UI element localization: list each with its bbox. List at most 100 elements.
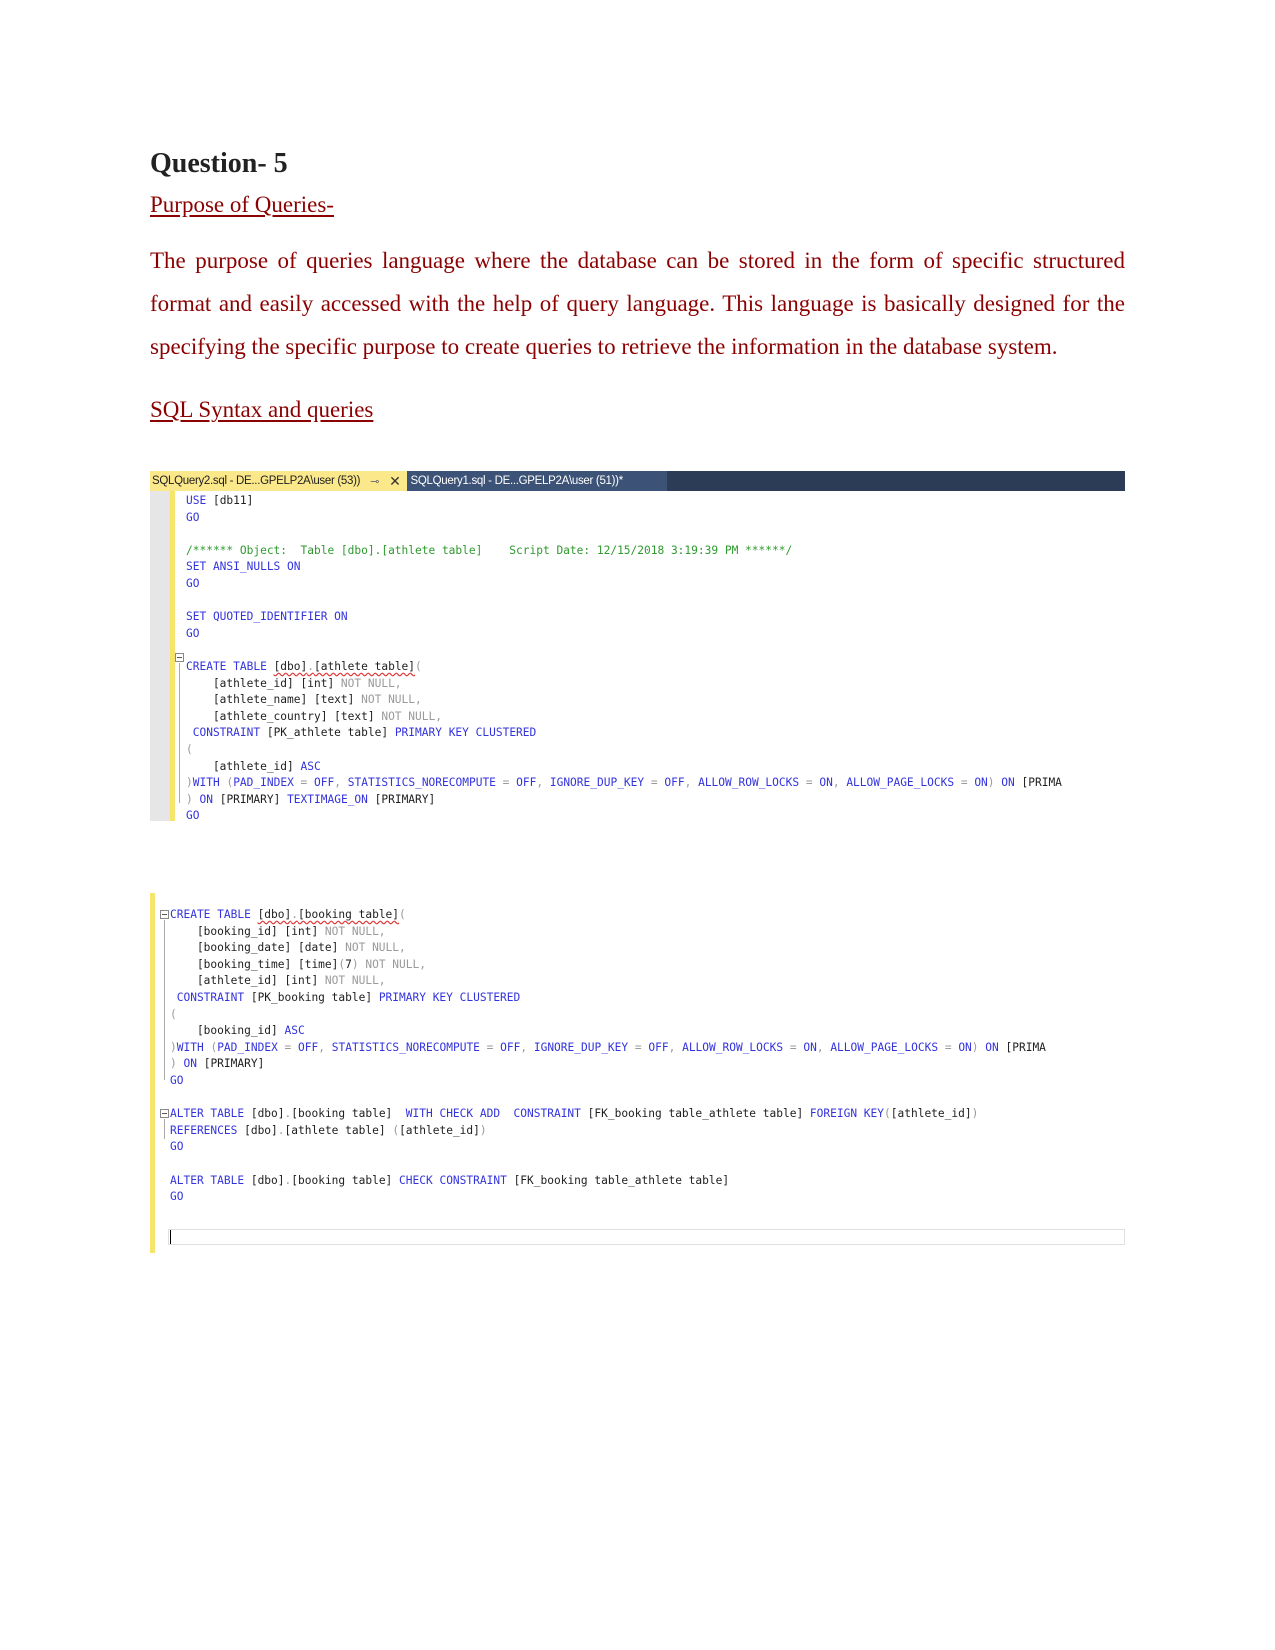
code-token: , xyxy=(668,1040,683,1054)
editor-margin xyxy=(150,491,170,821)
ssms-screenshot-1: SQLQuery2.sql - DE...GPELP2A\user (53)) … xyxy=(150,471,1125,821)
close-icon[interactable]: ✕ xyxy=(389,473,401,490)
code-token: IGNORE_DUP_KEY xyxy=(549,776,651,790)
code-token: ) NOT NULL, xyxy=(351,957,426,971)
code-token: ON xyxy=(974,776,988,790)
code-token: = xyxy=(805,776,820,790)
ssms-screenshot-2: CREATE TABLE [dbo]. [booking table] ( [boo… xyxy=(150,893,1125,1253)
code-editor-2[interactable]: CREATE TABLE [dbo]. [booking table] ( [boo… xyxy=(150,893,1125,1253)
code-line: [booking_id] [int] NOT NULL, xyxy=(170,924,1046,941)
collapse-icon[interactable] xyxy=(175,653,184,662)
code-token: WITH xyxy=(176,1040,211,1054)
code-token: ALLOW_ROW_LOCKS xyxy=(682,1040,790,1054)
tab-sqlquery1[interactable]: SQLQuery1.sql - DE...GPELP2A\user (51))* xyxy=(406,471,667,491)
code-token: 7 xyxy=(345,957,352,971)
code-token: , xyxy=(536,776,550,790)
code-token: GO xyxy=(170,1140,184,1154)
code-line: ) ON [PRIMARY] TEXTIMAGE_ON [PRIMARY] xyxy=(186,792,1062,809)
code-token: OFF xyxy=(500,1040,521,1054)
code-line: )WITH (PAD_INDEX = OFF, STATISTICS_NOREC… xyxy=(170,1040,1046,1057)
code-line: ALTER TABLE [dbo].[booking table] WITH C… xyxy=(170,1106,1046,1123)
code-token: [PK_athlete table] xyxy=(266,726,395,740)
code-token: [PRIMA xyxy=(1005,1040,1046,1054)
code-line: [athlete_id] ASC xyxy=(186,759,1062,776)
sql-section-title: SQL Syntax and queries xyxy=(150,397,374,422)
code-token: ( xyxy=(884,1107,891,1121)
code-token: CREATE TABLE xyxy=(170,908,258,921)
purpose-paragraph: The purpose of queries language where th… xyxy=(150,248,1125,359)
code-token: GO xyxy=(186,576,200,590)
code-token: ASC xyxy=(284,1024,305,1038)
code-token: NOT NULL, xyxy=(324,924,386,938)
code-line: [athlete_country] [text] NOT NULL, xyxy=(186,709,1062,726)
code-token: [athlete_id] xyxy=(186,759,301,773)
code-token: OFF xyxy=(314,776,335,790)
code-line: ( xyxy=(186,742,1062,759)
code-token: , xyxy=(334,776,348,790)
code-line: GO xyxy=(186,808,1062,821)
code-token: OFF xyxy=(516,776,537,790)
code-token: [booking_time] [time] xyxy=(170,957,339,971)
code-token: SET QUOTED_IDENTIFIER ON xyxy=(186,610,348,624)
code-token: , xyxy=(816,1040,831,1054)
collapse-icon[interactable] xyxy=(160,910,169,919)
code-token: ALLOW_PAGE_LOCKS xyxy=(830,1040,945,1054)
code-token: ON xyxy=(958,1040,972,1054)
code-token: . xyxy=(291,908,298,921)
code-token: NOT NULL, xyxy=(324,974,386,988)
code-token: [athlete_id] [int] xyxy=(186,676,341,690)
code-token: FOREIGN KEY xyxy=(809,1107,885,1121)
code-token: GO xyxy=(186,809,200,821)
code-token: STATISTICS_NORECOMPUTE xyxy=(347,776,503,790)
code-token: PRIMARY KEY CLUSTERED xyxy=(378,990,521,1004)
code-line: GO xyxy=(186,626,1062,643)
text-caret xyxy=(170,1230,171,1244)
code-token: ALTER TABLE xyxy=(170,1173,251,1187)
code-token: PAD_INDEX xyxy=(217,1040,285,1054)
code-token: [athlete_country] [text] xyxy=(186,709,382,723)
code-line: /****** Object: Table [dbo].[athlete tab… xyxy=(186,543,1062,560)
code-token: . xyxy=(277,1123,285,1137)
code-token: ) xyxy=(170,1057,184,1071)
tab-sqlquery2[interactable]: SQLQuery2.sql - DE...GPELP2A\user (53)) … xyxy=(150,471,407,491)
tab-label: SQLQuery2.sql - DE...GPELP2A\user (53)) xyxy=(152,475,361,487)
code-token: ) xyxy=(186,792,200,806)
code-token: [booking_id] [int] xyxy=(170,924,325,938)
code-token: CREATE TABLE xyxy=(186,659,274,673)
code-editor-1[interactable]: USE [db11] GO /****** Object: Table [dbo]… xyxy=(150,491,1125,821)
code-line: )WITH (PAD_INDEX = OFF, STATISTICS_NOREC… xyxy=(186,775,1062,792)
code-token: GO xyxy=(186,626,200,640)
pin-icon[interactable]: ⊸ xyxy=(370,475,379,488)
sql-code-block: USE [db11] GO /****** Object: Table [dbo]… xyxy=(186,493,1062,821)
code-line: GO xyxy=(170,1189,1046,1206)
code-token: CONSTRAINT xyxy=(170,990,251,1004)
question-heading: Question- 5 xyxy=(150,148,288,179)
code-line: CONSTRAINT [PK_booking table] PRIMARY KE… xyxy=(170,990,1046,1007)
code-token: ON xyxy=(183,1057,204,1071)
fold-guide xyxy=(179,663,180,803)
code-token: NOT NULL, xyxy=(361,693,422,707)
code-token: [booking table] xyxy=(291,1107,406,1121)
code-token: ) xyxy=(186,776,193,790)
code-line: [booking_time] [time](7) NOT NULL, xyxy=(170,957,1046,974)
code-token: ) xyxy=(987,776,1002,790)
code-token: STATISTICS_NORECOMPUTE xyxy=(331,1040,487,1054)
code-token: OFF xyxy=(298,1040,319,1054)
code-line: ) ON [PRIMARY] xyxy=(170,1056,1046,1073)
code-token: IGNORE_DUP_KEY xyxy=(533,1040,635,1054)
code-token: ON xyxy=(199,792,220,806)
code-line: REFERENCES [dbo].[athlete table] ([athle… xyxy=(170,1123,1046,1140)
code-line: SET QUOTED_IDENTIFIER ON xyxy=(186,609,1062,626)
collapse-icon[interactable] xyxy=(160,1109,169,1118)
code-token: ) xyxy=(971,1107,979,1121)
code-token: [dbo] xyxy=(257,908,292,921)
code-token: USE xyxy=(186,494,213,507)
code-token: = xyxy=(960,776,975,790)
code-token: GO xyxy=(186,510,200,524)
code-token: [dbo] xyxy=(250,1173,285,1187)
code-token: TEXTIMAGE_ON xyxy=(287,792,375,806)
code-token: , xyxy=(318,1040,332,1054)
